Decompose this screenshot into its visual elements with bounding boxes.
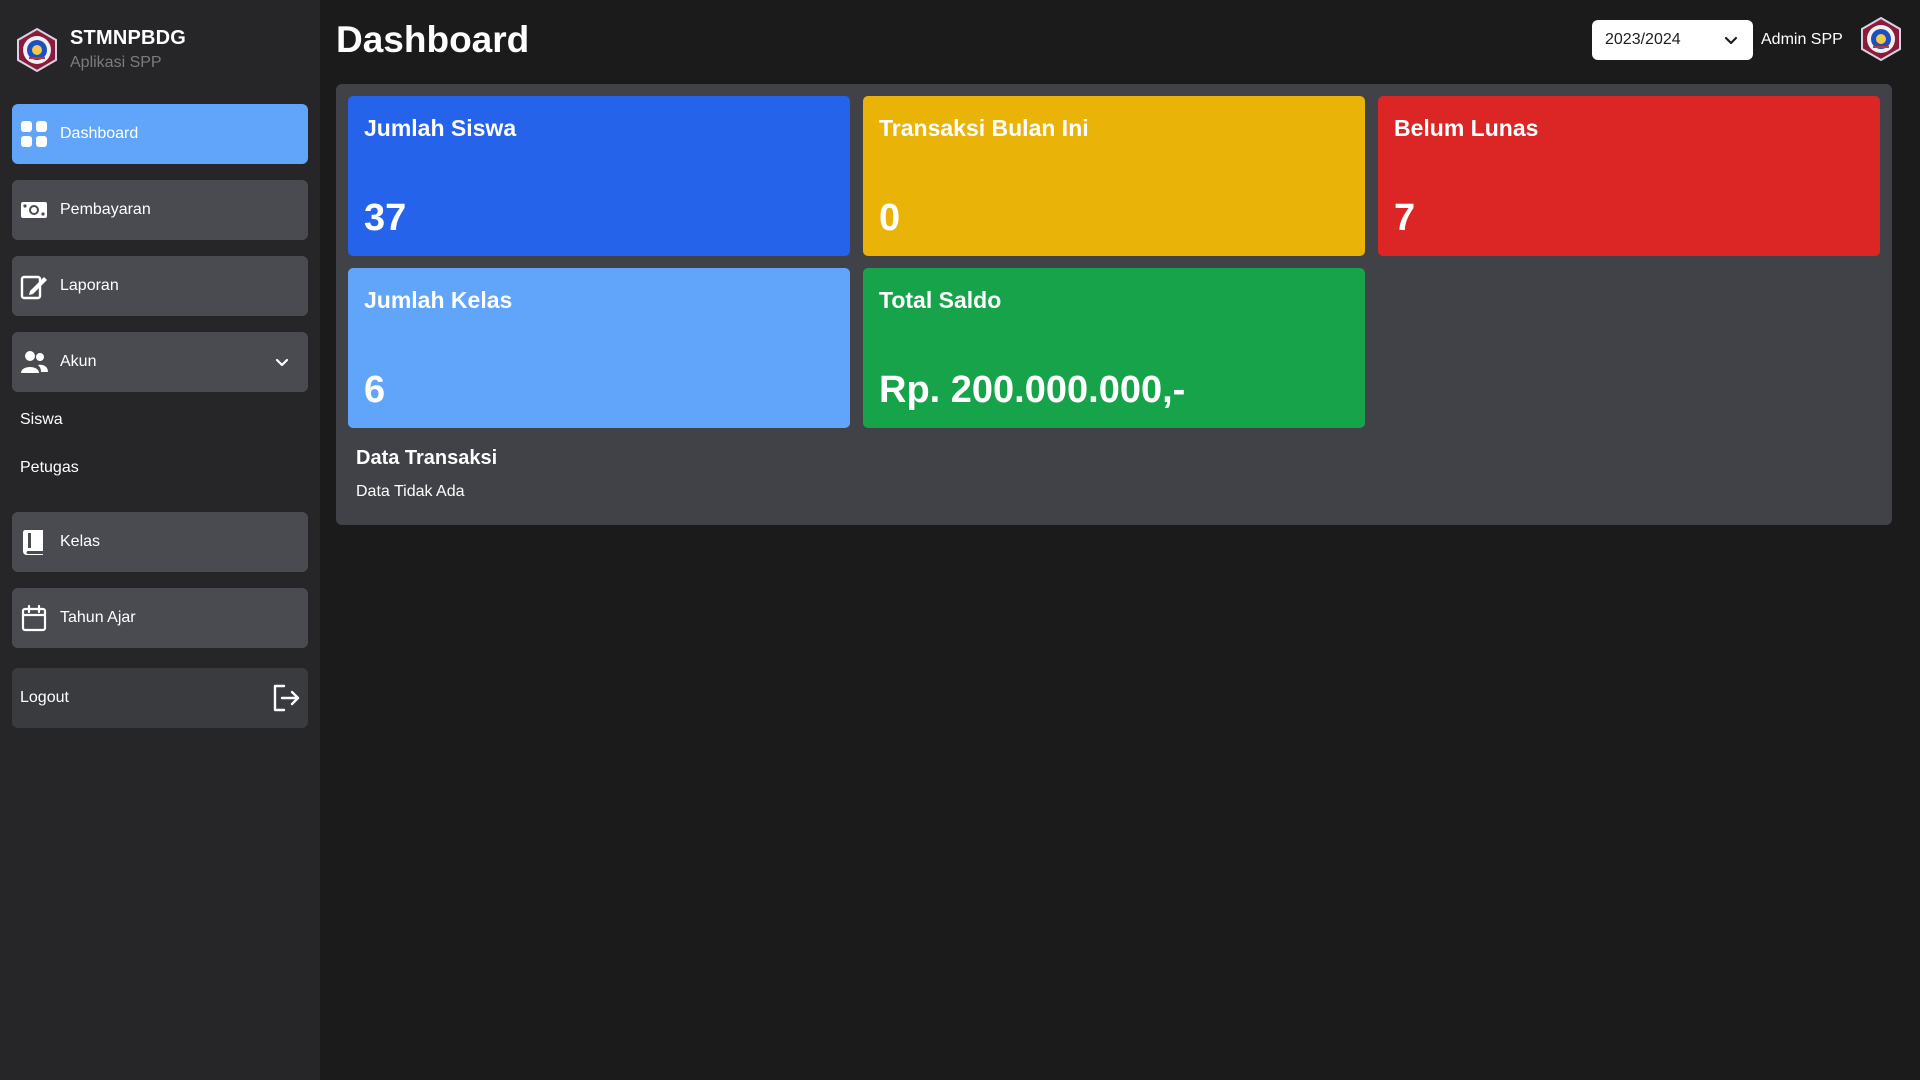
sidebar: STMNPBDG Aplikasi SPP Dashboard Pembayar… [0, 0, 320, 1080]
admin-name: Admin SPP [1761, 31, 1843, 48]
card-value: Rp. 200.000.000,- [879, 369, 1186, 411]
year-select[interactable]: 2023/2024 [1592, 20, 1753, 60]
sidebar-subitem-petugas[interactable]: Petugas [20, 459, 79, 477]
sidebar-subitem-siswa[interactable]: Siswa [20, 411, 63, 429]
edit-report-icon [20, 272, 48, 300]
stat-card-jumlah-siswa: Jumlah Siswa 37 [348, 96, 850, 256]
sidebar-item-label: Laporan [60, 277, 119, 294]
sidebar-item-akun[interactable]: Akun [12, 332, 308, 392]
sidebar-item-laporan[interactable]: Laporan [12, 256, 308, 316]
chevron-down-icon [275, 358, 289, 367]
sidebar-item-tahun-ajar[interactable]: Tahun Ajar [12, 588, 308, 648]
page-title: Dashboard [336, 19, 530, 60]
sidebar-item-dashboard[interactable]: Dashboard [12, 104, 308, 164]
card-title: Total Saldo [879, 287, 1002, 313]
card-value: 6 [364, 369, 386, 411]
money-icon [20, 196, 48, 224]
sidebar-item-label: Tahun Ajar [60, 609, 136, 626]
brand-subtitle: Aplikasi SPP [70, 54, 162, 71]
brand-title: STMNPBDG [70, 27, 187, 49]
dashboard-grid-icon [20, 120, 48, 148]
stat-card-total-saldo: Total Saldo Rp. 200.000.000,- [863, 268, 1365, 428]
stat-card-jumlah-kelas: Jumlah Kelas 6 [348, 268, 850, 428]
sidebar-item-label: Kelas [60, 533, 101, 550]
year-select-value: 2023/2024 [1605, 31, 1681, 48]
dashboard-panel: Jumlah Siswa 37 Transaksi Bulan Ini 0 Be… [336, 84, 1892, 525]
card-title: Jumlah Kelas [364, 287, 513, 313]
empty-state-text: Data Tidak Ada [356, 483, 465, 500]
logout-label: Logout [20, 689, 69, 706]
logout-button[interactable]: Logout [12, 668, 308, 728]
avatar[interactable] [1858, 16, 1904, 62]
stat-card-transaksi-bulan-ini: Transaksi Bulan Ini 0 [863, 96, 1365, 256]
sidebar-item-label: Akun [60, 353, 97, 370]
card-value: 7 [1394, 197, 1416, 239]
card-title: Transaksi Bulan Ini [879, 115, 1089, 141]
logout-icon [273, 684, 300, 712]
calendar-icon [20, 604, 48, 632]
card-title: Jumlah Siswa [364, 115, 517, 141]
app-root: STMNPBDG Aplikasi SPP Dashboard Pembayar… [0, 0, 1920, 1080]
sidebar-item-label: Dashboard [60, 125, 139, 142]
section-title-data-transaksi: Data Transaksi [356, 447, 498, 469]
users-icon [20, 348, 48, 376]
card-value: 37 [364, 197, 407, 239]
brand: STMNPBDG Aplikasi SPP [14, 26, 186, 74]
sidebar-item-label: Pembayaran [60, 201, 151, 218]
school-logo-icon [17, 27, 57, 73]
card-value: 0 [879, 197, 901, 239]
card-title: Belum Lunas [1394, 115, 1539, 141]
chevron-down-icon [1724, 36, 1738, 45]
book-icon [20, 528, 48, 556]
sidebar-item-pembayaran[interactable]: Pembayaran [12, 180, 308, 240]
sidebar-item-kelas[interactable]: Kelas [12, 512, 308, 572]
stat-card-belum-lunas: Belum Lunas 7 [1378, 96, 1880, 256]
